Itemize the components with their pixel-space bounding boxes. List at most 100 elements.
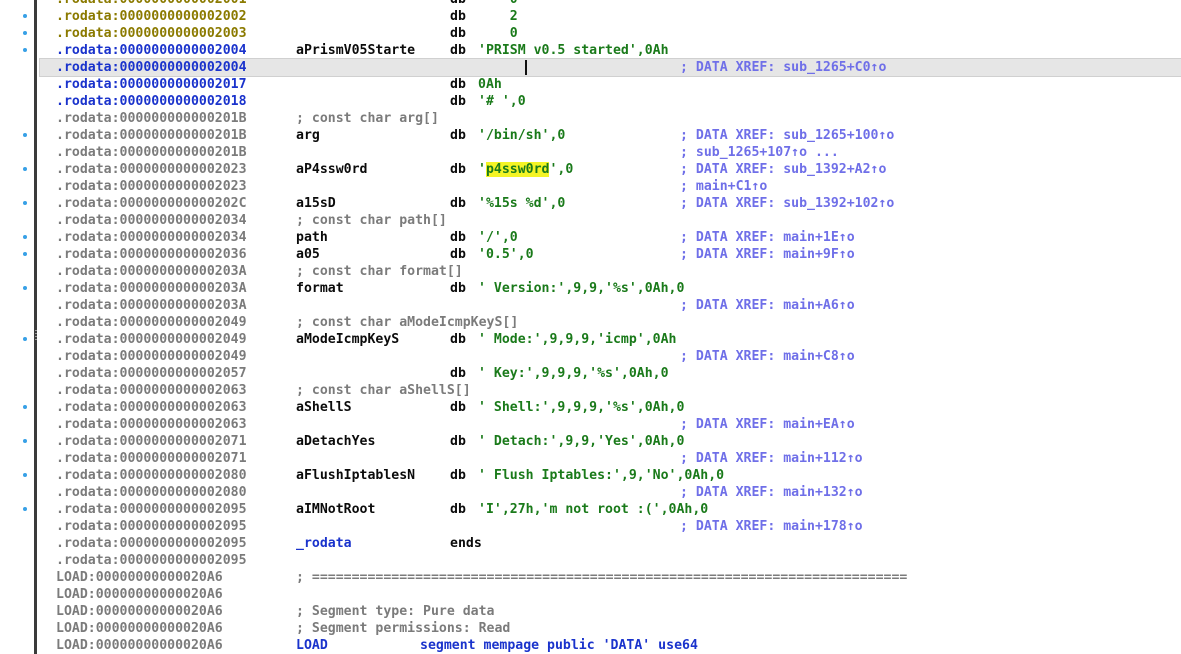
listing-line[interactable]: .rodata:0000000000002071 ; DATA XREF: mai… [40,450,1181,467]
operand[interactable]: ' Shell:',9,9,9,'%s',0Ah,0 [478,399,684,416]
listing-line[interactable]: .rodata:0000000000002034 ; const char pat… [40,212,1181,229]
listing-line-selected[interactable]: .rodata:0000000000002004 ; DATA XREF: sub… [39,58,1181,77]
symbol-name[interactable]: LOAD [296,637,328,654]
listing-line[interactable]: .rodata:0000000000002049 aModeIcmpKeyS db '… [23,331,1181,348]
line-address[interactable]: .rodata:000000000000201B [56,144,247,161]
line-address[interactable]: .rodata:0000000000002080 [56,467,247,484]
listing-line[interactable]: LOAD:00000000000020A6 ; Segment permissio… [40,620,1181,637]
operand[interactable]: 'I',27h,'m not root :(',0Ah,0 [478,501,708,518]
listing-line[interactable]: .rodata:000000000000201B arg db '/bin/sh',0… [23,127,1181,144]
listing-line[interactable]: .rodata:0000000000002004 aPrismV05Starte d… [23,42,1181,59]
line-address[interactable]: .rodata:000000000000201B [56,110,247,127]
xref-comment[interactable]: ; DATA XREF: sub_1265+C0↑o [680,59,886,76]
symbol-name[interactable]: a15sD [296,195,336,212]
operand[interactable]: ' Version:',9,9,'%s',0Ah,0 [478,280,684,297]
listing-line[interactable]: .rodata:0000000000002023 aP4ssw0rd db 'p4ss… [23,161,1181,178]
xref-comment[interactable]: ; DATA XREF: main+A6↑o [680,297,855,314]
line-address[interactable]: .rodata:0000000000002017 [56,76,247,93]
symbol-name[interactable]: format [296,280,344,297]
highlighted-string[interactable]: p4ssw0rd [485,162,550,177]
line-address[interactable]: .rodata:0000000000002063 [56,382,247,399]
listing-line[interactable]: .rodata:0000000000002034 path db '/',0 ; DAT… [23,229,1181,246]
listing-line[interactable]: .rodata:000000000000203A format db ' Versio… [23,280,1181,297]
line-address[interactable]: .rodata:0000000000002023 [56,178,247,195]
listing-line[interactable]: .rodata:0000000000002095 aIMNotRoot db 'I',… [23,501,1181,518]
operand[interactable]: 'p4ssw0rd',0 [478,161,573,178]
line-address[interactable]: .rodata:0000000000002095 [56,552,247,569]
line-address[interactable]: .rodata:0000000000002036 [56,246,247,263]
line-address[interactable]: .rodata:0000000000002049 [56,348,247,365]
xref-comment[interactable]: ; DATA XREF: main+178↑o [680,518,863,535]
line-address[interactable]: .rodata:0000000000002001 [56,0,247,8]
operand[interactable]: '/bin/sh',0 [478,127,565,144]
listing-line[interactable]: .rodata:000000000000202C a15sD db '%15s %d'… [23,195,1181,212]
xref-comment[interactable]: ; DATA XREF: sub_1392+A2↑o [680,161,886,178]
xref-comment[interactable]: ; main+C1↑o [680,178,767,195]
line-address[interactable]: .rodata:000000000000203A [56,263,247,280]
listing-line[interactable]: .rodata:000000000000201B ; const char arg… [40,110,1181,127]
line-address[interactable]: .rodata:0000000000002049 [56,314,247,331]
listing-line[interactable]: .rodata:0000000000002063 ; DATA XREF: mai… [40,416,1181,433]
listing-line[interactable]: .rodata:0000000000002023 ; main+C1↑o [40,178,1181,195]
disassembly-view[interactable]: .rodata:0000000000002001db 0.rodata:0000… [0,0,1181,654]
operand[interactable]: '/',0 [478,229,518,246]
xref-comment[interactable]: ; DATA XREF: sub_1265+100↑o [680,127,894,144]
splitter-grip[interactable] [35,330,37,342]
line-address[interactable]: .rodata:0000000000002080 [56,484,247,501]
operand[interactable]: ' Detach:',9,9,'Yes',0Ah,0 [478,433,684,450]
line-address[interactable]: .rodata:000000000000203A [56,280,247,297]
line-address[interactable]: .rodata:0000000000002071 [56,433,247,450]
operand[interactable]: '# ',0 [478,93,526,110]
listing-line[interactable]: LOAD:00000000000020A6 ; =================… [40,569,1181,586]
listing-line[interactable]: .rodata:000000000000201B ; sub_1265+107↑o… [40,144,1181,161]
line-address[interactable]: .rodata:0000000000002004 [56,42,247,59]
listing-line[interactable]: .rodata:0000000000002017 db 0Ah [40,76,1181,93]
listing-line[interactable]: .rodata:000000000000203A ; const char for… [40,263,1181,280]
line-address[interactable]: LOAD:00000000000020A6 [56,603,223,620]
listing-line[interactable]: .rodata:0000000000002036 a05 db '0.5',0 ; DA… [23,246,1181,263]
xref-comment[interactable]: ; DATA XREF: main+1E↑o [680,229,855,246]
line-address[interactable]: .rodata:0000000000002095 [56,518,247,535]
line-address[interactable]: .rodata:0000000000002004 [56,59,247,76]
symbol-name[interactable]: aShellS [296,399,352,416]
listing-line[interactable]: .rodata:0000000000002049 ; DATA XREF: mai… [40,348,1181,365]
line-address[interactable]: .rodata:0000000000002095 [56,501,247,518]
listing-line[interactable]: .rodata:0000000000002095 _rodata ends [40,535,1181,552]
line-address[interactable]: .rodata:0000000000002049 [56,331,247,348]
listing-line[interactable]: LOAD:00000000000020A6 ; Segment type: Pur… [40,603,1181,620]
operand[interactable]: 0 [478,0,518,8]
listing-line[interactable]: .rodata:0000000000002057 db ' Key:',9,9,9,… [40,365,1181,382]
xref-comment[interactable]: ; DATA XREF: main+EA↑o [680,416,855,433]
line-address[interactable]: .rodata:0000000000002034 [56,229,247,246]
line-address[interactable]: .rodata:000000000000203A [56,297,247,314]
line-address[interactable]: LOAD:00000000000020A6 [56,569,223,586]
operand[interactable]: segment mempage public 'DATA' use64 [420,637,698,654]
line-address[interactable]: .rodata:0000000000002095 [56,535,247,552]
line-address[interactable]: .rodata:0000000000002063 [56,416,247,433]
line-address[interactable]: .rodata:0000000000002003 [56,25,247,42]
listing-line[interactable]: .rodata:0000000000002080 aFlushIptablesN d… [23,467,1181,484]
listing-line[interactable]: .rodata:0000000000002071 aDetachYes db ' De… [23,433,1181,450]
line-address[interactable]: .rodata:0000000000002023 [56,161,247,178]
xref-comment[interactable]: ; DATA XREF: main+132↑o [680,484,863,501]
symbol-name[interactable]: aIMNotRoot [296,501,375,518]
symbol-name[interactable]: aFlushIptablesN [296,467,415,484]
line-address[interactable]: .rodata:0000000000002018 [56,93,247,110]
line-address[interactable]: .rodata:0000000000002034 [56,212,247,229]
symbol-name[interactable]: aPrismV05Starte [296,42,415,59]
line-address[interactable]: LOAD:00000000000020A6 [56,637,223,654]
listing-line[interactable]: .rodata:0000000000002080 ; DATA XREF: mai… [40,484,1181,501]
line-address[interactable]: .rodata:0000000000002057 [56,365,247,382]
xref-comment[interactable]: ; sub_1265+107↑o ... [680,144,839,161]
symbol-name[interactable]: _rodata [296,535,352,552]
listing-line[interactable]: LOAD:00000000000020A6 LOAD segment mempage… [40,637,1181,654]
operand[interactable]: 0Ah [478,76,502,93]
listing-line[interactable]: .rodata:0000000000002095 ; DATA XREF: mai… [40,518,1181,535]
operand[interactable]: 0 [478,25,518,42]
operand[interactable]: ' Flush Iptables:',9,'No',0Ah,0 [478,467,724,484]
xref-comment[interactable]: ; DATA XREF: main+112↑o [680,450,863,467]
line-address[interactable]: .rodata:0000000000002002 [56,8,247,25]
listing-line[interactable]: .rodata:0000000000002063 aShellS db ' Shell… [23,399,1181,416]
xref-comment[interactable]: ; DATA XREF: main+9F↑o [680,246,855,263]
operand[interactable]: 'PRISM v0.5 started',0Ah [478,42,669,59]
